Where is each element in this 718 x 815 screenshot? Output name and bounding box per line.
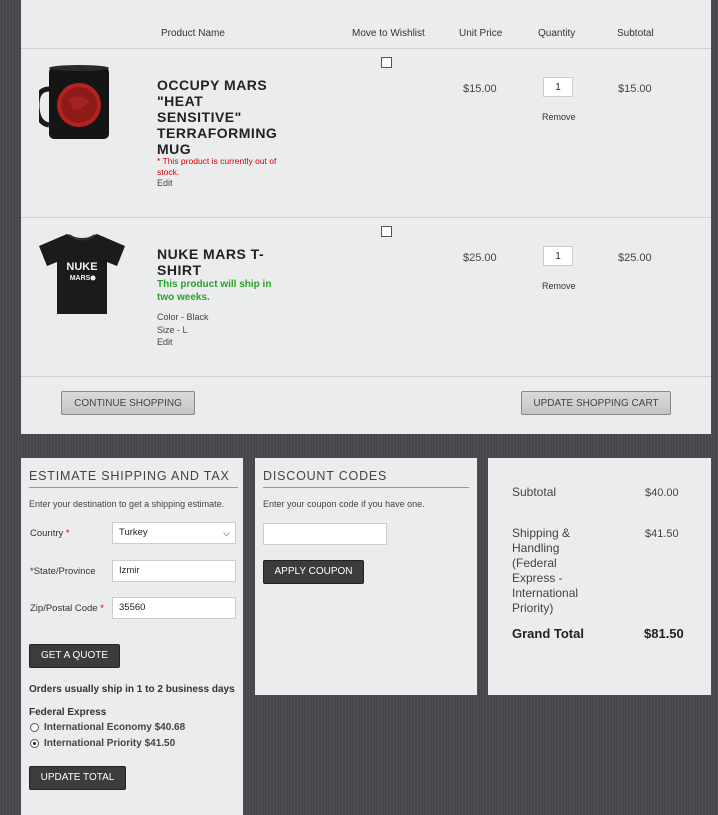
product-name-line: OCCUPY MARS [157,77,268,93]
panel-intro: Enter your coupon code if you have one. [263,499,425,509]
option-name: International Economy [44,722,152,733]
col-product-name: Product Name [161,28,225,39]
label-line: Express - [512,571,563,585]
update-shopping-cart-button[interactable]: UPDATE SHOPPING CART [521,391,671,415]
estimate-shipping-panel: ESTIMATE SHIPPING AND TAX Enter your des… [21,458,243,815]
update-total-button[interactable]: UPDATE TOTAL [29,766,126,790]
product-name-line: TERRAFORMING [157,125,278,141]
product-option: Color - Black [157,312,209,322]
apply-coupon-button[interactable]: APPLY COUPON [263,560,364,584]
state-input[interactable]: Izmir [112,560,236,582]
wishlist-checkbox[interactable] [381,57,392,68]
chevron-down-icon: ⌵ [223,528,230,538]
option-name: International Priority [44,738,142,749]
country-select[interactable]: Turkey ⌵ [112,522,236,544]
quantity-input[interactable]: 1 [543,246,573,266]
ship-time-note: Orders usually ship in 1 to 2 business d… [29,684,235,695]
subtotal-value: $40.00 [645,487,679,499]
zip-label-text: Zip/Postal Code [30,603,98,614]
option-price: $41.50 [144,738,176,749]
product-name-line: MUG [157,141,192,157]
shirt-print-line: MARS [70,275,91,282]
option-price: $40.68 [154,722,186,733]
shipping-option-radio[interactable] [30,723,39,732]
carrier-name: Federal Express [29,707,107,718]
col-unit-price: Unit Price [459,28,503,39]
panel-title: ESTIMATE SHIPPING AND TAX [29,469,238,488]
shopping-cart-table: Product Name Move to Wishlist Unit Price… [21,0,711,434]
required-marker: * [65,528,70,539]
subtotal-label: Subtotal [512,485,557,499]
product-name-line: "HEAT [157,93,204,109]
product-name-line: NUKE MARS T- [157,246,265,262]
edit-link[interactable]: Edit [157,178,173,188]
label-line: International [512,586,579,600]
wishlist-checkbox[interactable] [381,226,392,237]
remove-link[interactable]: Remove [542,281,576,291]
continue-shopping-button[interactable]: CONTINUE SHOPPING [61,391,195,415]
shirt-print-line: NUKE [66,261,97,273]
row-subtotal: $25.00 [618,252,652,264]
panel-intro: Enter your destination to get a shipping… [29,499,225,509]
table-row: OCCUPY MARS "HEAT SENSITIVE" TERRAFORMIN… [21,49,711,218]
label-line: Priority) [512,601,554,615]
table-row: NUKE MARS NUKE MARS T- SHIRT This produc… [21,218,711,377]
coupon-input[interactable] [263,523,387,545]
edit-link[interactable]: Edit [157,337,173,347]
shipping-handling-label: Shipping & Handling (Federal Express - I… [512,526,578,616]
shipping-option-label[interactable]: International Priority $41.50 [44,738,175,749]
country-label-text: Country [30,528,64,539]
ship-notice: This product will ship in two weeks. [157,279,272,303]
remove-link[interactable]: Remove [542,112,576,122]
zip-label: Zip/Postal Code * [30,603,104,614]
discount-codes-panel: DISCOUNT CODES Enter your coupon code if… [255,458,477,695]
get-quote-button[interactable]: GET A QUOTE [29,644,120,668]
label-line: Handling [512,541,560,555]
label-line: (Federal [512,556,557,570]
unit-price: $25.00 [463,252,497,264]
panel-title: DISCOUNT CODES [263,469,469,488]
product-name-line: SHIRT [157,262,202,278]
tshirt-image[interactable]: NUKE MARS [37,232,127,316]
zip-input[interactable]: 35560 [112,597,236,619]
grand-total-label: Grand Total [512,626,584,641]
unit-price: $15.00 [463,83,497,95]
product-option: Size - L [157,325,188,335]
product-name-line: SENSITIVE" [157,109,242,125]
out-of-stock-notice: * This product is currently out of stock… [157,156,277,177]
mug-image[interactable] [39,63,117,143]
country-label: Country * [30,528,70,539]
col-quantity: Quantity [538,28,576,39]
quantity-input[interactable]: 1 [543,77,573,97]
product-name[interactable]: OCCUPY MARS "HEAT SENSITIVE" TERRAFORMIN… [157,77,277,157]
state-label: *State/Province [30,566,96,577]
shipping-option-label[interactable]: International Economy $40.68 [44,722,185,733]
row-subtotal: $15.00 [618,83,652,95]
product-name[interactable]: NUKE MARS T- SHIRT [157,246,264,278]
shipping-handling-value: $41.50 [645,528,679,540]
required-marker: * [100,603,104,614]
col-subtotal: Subtotal [617,28,654,39]
country-selected-value: Turkey [119,527,148,538]
cart-table-header: Product Name Move to Wishlist Unit Price… [21,0,711,49]
label-line: Shipping & [512,526,571,540]
grand-total-value: $81.50 [644,626,684,641]
totals-panel: Subtotal $40.00 Shipping & Handling (Fed… [488,458,711,695]
col-move-to-wishlist: Move to Wishlist [352,28,425,39]
shipping-option-radio[interactable] [30,739,39,748]
